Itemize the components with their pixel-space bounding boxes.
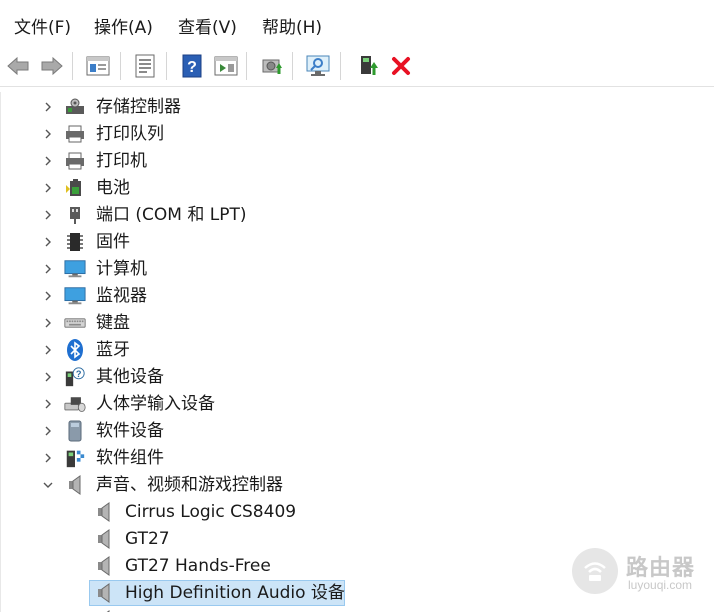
tree-item-label: 监视器 — [96, 286, 147, 306]
tree-item-label: 其他设备 — [96, 367, 164, 387]
keyboard-icon — [64, 312, 86, 334]
tree-item-computer[interactable]: 计算机 — [1, 256, 714, 283]
tree-item-label: 打印队列 — [96, 124, 164, 144]
uninstall-device-icon[interactable] — [387, 52, 415, 80]
tree-item-label: 端口 (COM 和 LPT) — [96, 205, 247, 225]
tree-item-label: 人体学输入设备 — [96, 394, 215, 414]
tree-item-storage-controllers[interactable]: 存储控制器 — [1, 94, 714, 121]
battery-icon — [64, 177, 86, 199]
tree-item-print-queues[interactable]: 打印队列 — [1, 121, 714, 148]
tree-item-label: 声音、视频和游戏控制器 — [96, 475, 283, 495]
properties-icon[interactable] — [131, 52, 159, 80]
toolbar-separator — [166, 52, 167, 80]
watermark-subtitle: luyouqi.com — [628, 578, 693, 592]
tree-child-label: High Definition Audio 设备 — [125, 583, 345, 603]
chevron-right-icon[interactable] — [39, 98, 57, 116]
software-device-icon — [64, 420, 86, 442]
tree-item-software-components[interactable]: 软件组件 — [1, 445, 714, 472]
toolbar-separator — [340, 52, 341, 80]
chevron-right-icon[interactable] — [39, 233, 57, 251]
tree-item-label: 存储控制器 — [96, 97, 181, 117]
chevron-right-icon[interactable] — [39, 395, 57, 413]
tree-item-sound-video-game-controllers[interactable]: 声音、视频和游戏控制器 — [1, 472, 714, 499]
back-arrow-icon[interactable] — [4, 52, 32, 80]
tree-item-label: 电池 — [96, 178, 130, 198]
tree-item-label: 蓝牙 — [96, 340, 130, 360]
device-tree: 存储控制器 打印队列 打印机 电池 端口 (COM 和 LPT) 固件 计算机 — [0, 92, 714, 612]
storage-controller-icon — [64, 96, 86, 118]
tree-item-ports[interactable]: 端口 (COM 和 LPT) — [1, 202, 714, 229]
enable-device-icon[interactable] — [354, 52, 382, 80]
port-icon — [64, 204, 86, 226]
help-icon[interactable]: ? — [178, 52, 206, 80]
update-driver-icon[interactable] — [258, 52, 286, 80]
tree-item-label: 软件组件 — [96, 448, 164, 468]
scan-hardware-icon[interactable] — [304, 52, 332, 80]
tree-item-label: 计算机 — [96, 259, 147, 279]
other-devices-icon: ? — [64, 366, 86, 388]
tree-item-batteries[interactable]: 电池 — [1, 175, 714, 202]
toolbar: ? — [0, 46, 714, 87]
chevron-right-icon[interactable] — [39, 125, 57, 143]
hid-icon — [64, 393, 86, 415]
chevron-right-icon[interactable] — [39, 152, 57, 170]
printer-icon — [64, 150, 86, 172]
chevron-right-icon[interactable] — [39, 206, 57, 224]
toolbar-separator — [292, 52, 293, 80]
menu-action[interactable]: 操作(A) — [94, 17, 153, 39]
menu-view[interactable]: 查看(V) — [178, 17, 237, 39]
router-logo-icon — [572, 548, 618, 594]
tree-item-label: 软件设备 — [96, 421, 164, 441]
speaker-icon — [64, 474, 86, 496]
speaker-icon — [93, 582, 115, 604]
printer-icon — [64, 123, 86, 145]
tree-child-label: GT27 — [125, 529, 170, 549]
chevron-down-icon[interactable] — [39, 476, 57, 494]
tree-item-firmware[interactable]: 固件 — [1, 229, 714, 256]
chevron-right-icon[interactable] — [39, 314, 57, 332]
chevron-right-icon[interactable] — [39, 260, 57, 278]
show-hide-console-tree-icon[interactable] — [84, 52, 112, 80]
tree-item-printers[interactable]: 打印机 — [1, 148, 714, 175]
tree-item-label: 键盘 — [96, 313, 130, 333]
svg-text:?: ? — [187, 59, 197, 76]
firmware-icon — [64, 231, 86, 253]
tree-item-software-devices[interactable]: 软件设备 — [1, 418, 714, 445]
software-component-icon — [64, 447, 86, 469]
toolbar-separator — [120, 52, 121, 80]
chevron-right-icon[interactable] — [39, 179, 57, 197]
tree-child-label: Cirrus Logic CS8409 — [125, 502, 297, 522]
tree-item-label: 打印机 — [96, 151, 147, 171]
computer-icon — [64, 258, 86, 280]
chevron-right-icon[interactable] — [39, 449, 57, 467]
toolbar-separator — [246, 52, 247, 80]
tree-item-other-devices[interactable]: ? 其他设备 — [1, 364, 714, 391]
tree-child-label: GT27 Hands-Free — [125, 556, 271, 576]
tree-item-label: 固件 — [96, 232, 130, 252]
tree-item-monitors[interactable]: 监视器 — [1, 283, 714, 310]
tree-item-hid[interactable]: 人体学输入设备 — [1, 391, 714, 418]
tree-item-keyboards[interactable]: 键盘 — [1, 310, 714, 337]
speaker-icon — [93, 555, 115, 577]
chevron-right-icon[interactable] — [39, 287, 57, 305]
tree-child-partial — [1, 607, 714, 612]
toolbar-separator — [72, 52, 73, 80]
svg-text:?: ? — [76, 369, 82, 379]
tree-item-bluetooth[interactable]: 蓝牙 — [1, 337, 714, 364]
speaker-icon — [93, 501, 115, 523]
menu-file[interactable]: 文件(F) — [14, 17, 71, 39]
chevron-right-icon[interactable] — [39, 368, 57, 386]
watermark: 路由器 luyouqi.com — [572, 548, 712, 600]
bluetooth-icon — [64, 339, 86, 361]
forward-arrow-icon[interactable] — [38, 52, 66, 80]
monitor-icon — [64, 285, 86, 307]
action-pane-icon[interactable] — [212, 52, 240, 80]
chevron-right-icon[interactable] — [39, 341, 57, 359]
speaker-icon — [93, 528, 115, 550]
menu-bar: 文件(F) 操作(A) 查看(V) 帮助(H) — [0, 13, 714, 45]
tree-child-cirrus-logic[interactable]: Cirrus Logic CS8409 — [1, 499, 714, 526]
menu-help[interactable]: 帮助(H) — [262, 17, 322, 39]
chevron-right-icon[interactable] — [39, 422, 57, 440]
